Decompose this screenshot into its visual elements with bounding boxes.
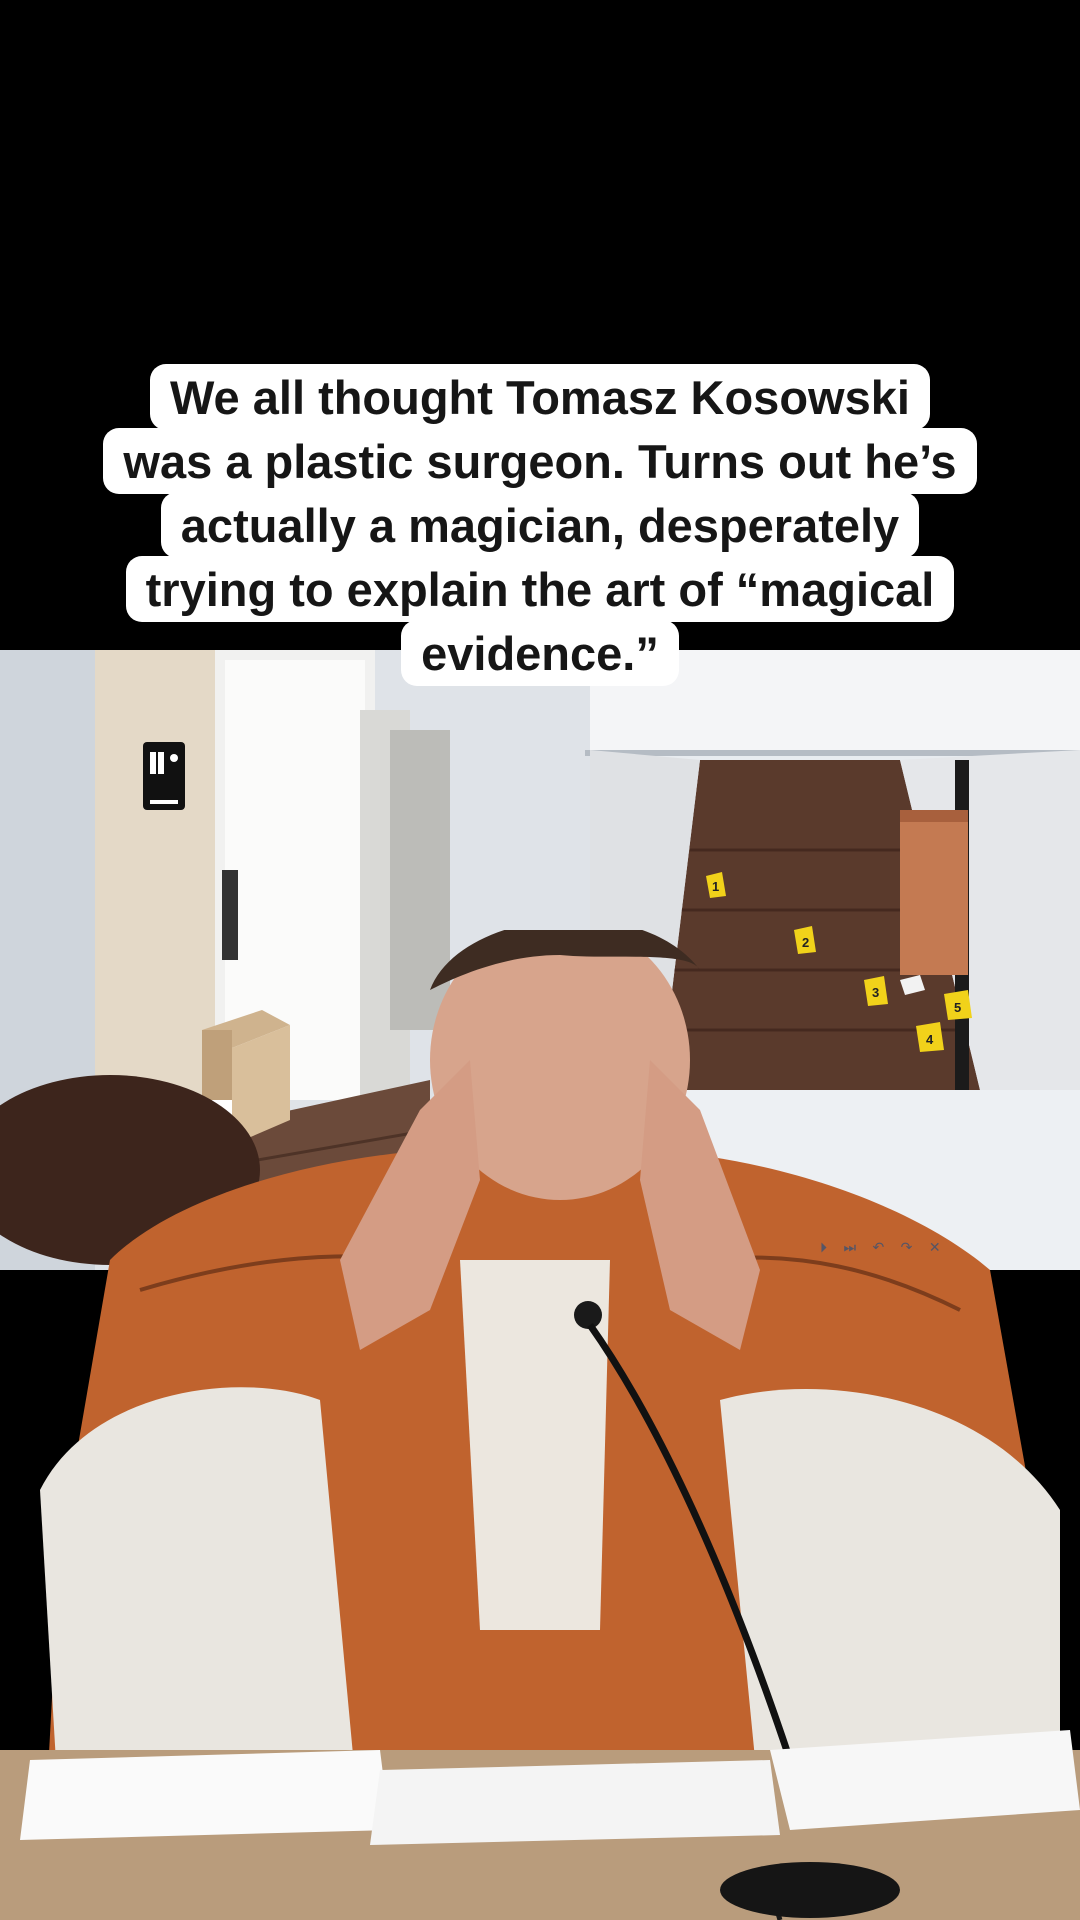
- caption-line-5: evidence.”: [401, 620, 679, 686]
- caption: We all thought Tomasz Kosowski was a pla…: [60, 364, 1020, 686]
- svg-text:1: 1: [712, 879, 719, 894]
- restroom-accessible-icon: [143, 742, 185, 810]
- caption-line-4: trying to explain the art of “magical: [125, 556, 955, 622]
- caption-line-1: We all thought Tomasz Kosowski: [150, 364, 930, 430]
- caption-line-2: was a plastic surgeon. Turns out he’s: [103, 428, 977, 494]
- defendant-at-microphone: [0, 930, 1080, 1920]
- courtroom-scene: [0, 930, 1080, 1920]
- player-controls[interactable]: ⏵ ⏭ ↶ ↷ ✕: [820, 1240, 947, 1264]
- caption-line-3: actually a magician, desperately: [160, 492, 920, 558]
- video-frame: 1 2 3 4 5 ⏵ ⏭ ↶ ↷ ✕ We all thought Tomas…: [0, 0, 1080, 1920]
